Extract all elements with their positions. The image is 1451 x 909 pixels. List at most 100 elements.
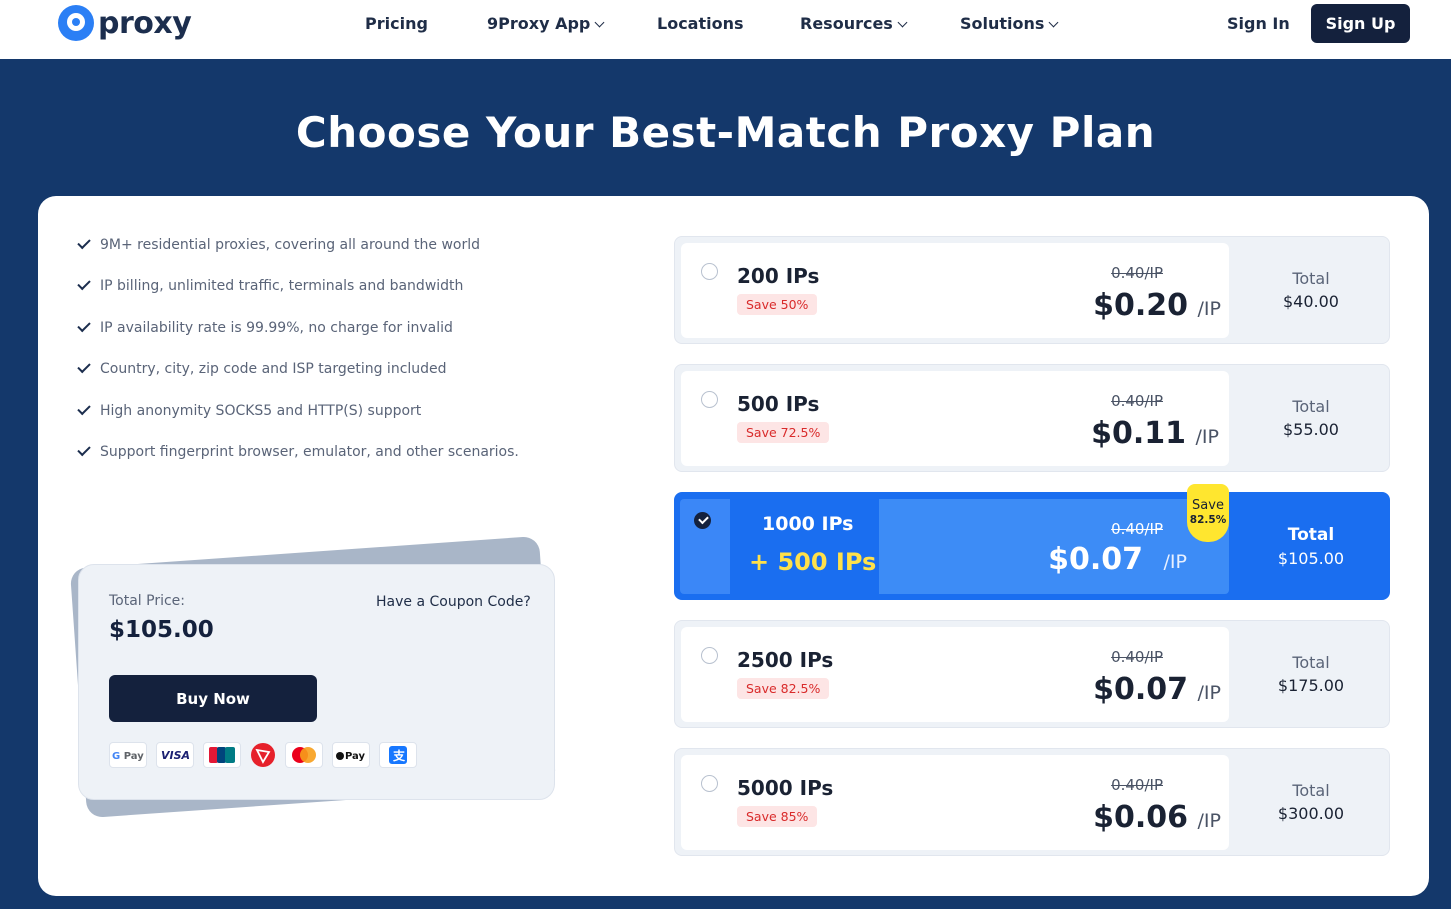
nav-solutions-label: Solutions <box>960 14 1045 33</box>
plan-total-label: Total <box>1292 397 1330 416</box>
price-unit: /IP <box>1197 298 1221 320</box>
plan-body: 5000 IPs Save 85% 0.40/IP $0.06 /IP <box>681 755 1229 850</box>
purchase-panel: Total Price: $105.00 Have a Coupon Code?… <box>78 564 555 800</box>
plan-total-value: $300.00 <box>1277 804 1345 823</box>
plan-name: 500 IPs <box>737 392 820 416</box>
plan-total: Total $40.00 <box>1231 237 1391 343</box>
nav-resources-label: Resources <box>800 14 893 33</box>
plan-total-value: $105.00 <box>1277 548 1345 568</box>
chevron-down-icon <box>1048 17 1059 28</box>
price-unit: /IP <box>1163 551 1187 573</box>
feature-item: High anonymity SOCKS5 and HTTP(S) suppor… <box>77 401 421 419</box>
apple-pay-icon: Pay <box>332 742 370 768</box>
plan-total: Total $300.00 <box>1231 749 1391 855</box>
save-badge: Save 85% <box>737 806 818 827</box>
original-price: 0.40/IP <box>1111 520 1163 538</box>
plan-radio[interactable] <box>701 391 718 408</box>
original-price: 0.40/IP <box>1111 648 1163 666</box>
tron-icon <box>250 742 276 768</box>
plan-1000-ips[interactable]: 1000 IPs + 500 IPs 0.40/IP $0.07 /IP Sav… <box>674 484 1391 600</box>
feature-text: IP billing, unlimited traffic, terminals… <box>100 278 464 294</box>
plan-radio-checked[interactable] <box>694 512 711 529</box>
plan-name: 200 IPs <box>737 264 820 288</box>
feature-item: 9M+ residential proxies, covering all ar… <box>77 235 481 253</box>
nav-9proxy-app-label: 9Proxy App <box>487 14 591 33</box>
plan-total-value: $55.00 <box>1283 420 1339 439</box>
nav-solutions[interactable]: Solutions <box>960 14 1059 33</box>
plan-radio[interactable] <box>701 263 718 280</box>
visa-icon: VISA <box>156 742 194 768</box>
chevron-down-icon <box>897 17 908 28</box>
feature-text: Support fingerprint browser, emulator, a… <box>100 444 519 460</box>
save-badge: Save 72.5% <box>737 422 830 443</box>
plan-body: 2500 IPs Save 82.5% 0.40/IP $0.07 /IP <box>681 627 1229 722</box>
plan-total-label: Total <box>1292 781 1330 800</box>
check-icon <box>77 276 91 290</box>
plan-price: $0.20 <box>1093 288 1188 323</box>
check-icon <box>77 401 91 415</box>
alipay-icon: 支 <box>379 742 417 768</box>
plan-total-value: $175.00 <box>1277 676 1345 695</box>
plan-body: 200 IPs Save 50% 0.40/IP $0.20 /IP <box>681 243 1229 338</box>
nav-9proxy-app[interactable]: 9Proxy App <box>487 14 605 33</box>
plan-body: 500 IPs Save 72.5% 0.40/IP $0.11 /IP <box>681 371 1229 466</box>
logo-text: proxy <box>98 5 192 41</box>
check-icon <box>77 442 91 456</box>
plan-total: Total $55.00 <box>1231 365 1391 471</box>
feature-item: Support fingerprint browser, emulator, a… <box>77 442 519 460</box>
save-tag: Save 82.5% <box>1187 484 1229 542</box>
plan-name: 1000 IPs <box>762 513 854 535</box>
mastercard-icon <box>285 742 323 768</box>
plan-500-ips[interactable]: 500 IPs Save 72.5% 0.40/IP $0.11 /IP Tot… <box>674 364 1390 472</box>
plan-price: $0.11 <box>1091 416 1186 451</box>
payment-methods: G Pay VISA Pay 支 <box>109 742 417 768</box>
logo[interactable]: proxy <box>58 4 192 42</box>
save-tag-value: 82.5% <box>1189 514 1227 526</box>
svg-text:G Pay: G Pay <box>112 751 144 762</box>
plan-5000-ips[interactable]: 5000 IPs Save 85% 0.40/IP $0.06 /IP Tota… <box>674 748 1390 856</box>
plan-price: $0.07 <box>1093 672 1188 707</box>
nav-resources[interactable]: Resources <box>800 14 908 33</box>
svg-text:支: 支 <box>392 748 406 763</box>
plan-price: $0.06 <box>1093 800 1188 835</box>
top-navigation-bar: proxy Pricing 9Proxy App Locations Resou… <box>0 0 1451 59</box>
feature-item: IP availability rate is 99.99%, no charg… <box>77 318 453 336</box>
buy-now-button[interactable]: Buy Now <box>109 675 317 722</box>
sign-in-link[interactable]: Sign In <box>1227 14 1290 33</box>
check-icon <box>77 235 91 249</box>
plan-name: 5000 IPs <box>737 776 834 800</box>
plan-total: Total $105.00 <box>1231 493 1391 599</box>
price-unit: /IP <box>1195 426 1219 448</box>
plan-radio[interactable] <box>701 647 718 664</box>
nav-pricing[interactable]: Pricing <box>365 14 428 33</box>
google-pay-icon: G Pay <box>109 742 147 768</box>
save-badge: Save 50% <box>737 294 818 315</box>
check-icon <box>77 318 91 332</box>
original-price: 0.40/IP <box>1111 392 1163 410</box>
original-price: 0.40/IP <box>1111 264 1163 282</box>
svg-text:VISA: VISA <box>161 749 190 762</box>
chevron-down-icon <box>594 17 605 28</box>
page-title: Choose Your Best-Match Proxy Plan <box>295 108 1156 157</box>
plan-200-ips[interactable]: 200 IPs Save 50% 0.40/IP $0.20 /IP Total… <box>674 236 1390 344</box>
save-tag-label: Save <box>1192 498 1224 513</box>
plan-radio[interactable] <box>701 775 718 792</box>
plan-2500-ips[interactable]: 2500 IPs Save 82.5% 0.40/IP $0.07 /IP To… <box>674 620 1390 728</box>
check-icon <box>77 359 91 373</box>
feature-item: Country, city, zip code and ISP targetin… <box>77 359 447 377</box>
save-badge: Save 82.5% <box>737 678 830 699</box>
nav-locations[interactable]: Locations <box>657 14 744 33</box>
unionpay-icon <box>203 742 241 768</box>
plan-bonus: + 500 IPs <box>749 548 877 576</box>
feature-text: IP availability rate is 99.99%, no charg… <box>100 320 453 336</box>
feature-text: Country, city, zip code and ISP targetin… <box>100 361 447 377</box>
svg-text:Pay: Pay <box>345 751 366 762</box>
plan-total-value: $40.00 <box>1283 292 1339 311</box>
feature-item: IP billing, unlimited traffic, terminals… <box>77 276 464 294</box>
coupon-code-link[interactable]: Have a Coupon Code? <box>376 594 531 610</box>
plan-total-label: Total <box>1287 524 1335 545</box>
sign-up-button[interactable]: Sign Up <box>1311 4 1410 43</box>
plan-price: $0.07 <box>1048 542 1143 577</box>
feature-text: 9M+ residential proxies, covering all ar… <box>100 237 481 253</box>
plan-total-label: Total <box>1292 653 1330 672</box>
